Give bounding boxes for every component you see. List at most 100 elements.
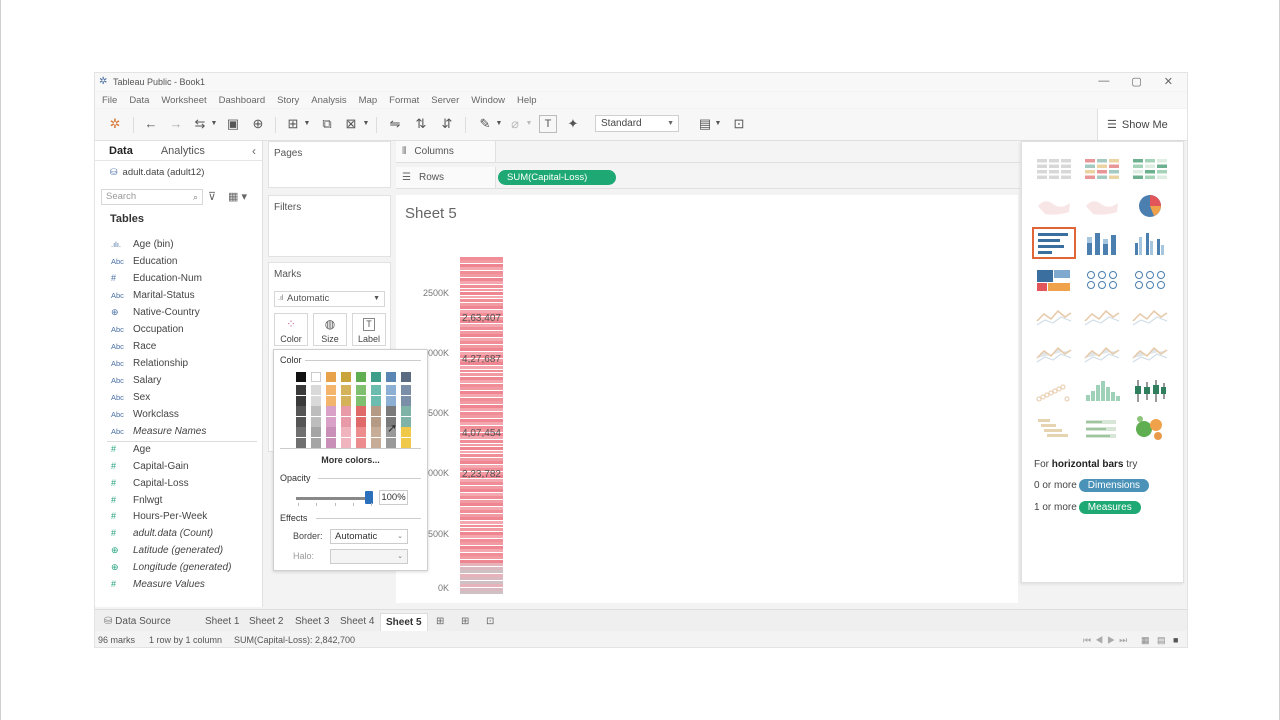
collapse-pane-icon[interactable]: ‹	[252, 144, 256, 158]
menu-file[interactable]: File	[102, 95, 117, 106]
bar-segment[interactable]	[460, 411, 503, 415]
bar-segment[interactable]	[460, 439, 503, 443]
bar-segment[interactable]	[460, 270, 503, 274]
mark-type-select[interactable]: .ıl Automatic ▼	[274, 291, 385, 307]
bar-segment[interactable]	[460, 485, 503, 489]
data-source-item[interactable]: ⛁ adult.data (adult12)	[95, 161, 262, 179]
chart-type-circle-views[interactable]	[1080, 264, 1124, 296]
bar-segment[interactable]	[460, 542, 503, 546]
bar-segment[interactable]	[460, 566, 503, 570]
bar-segment[interactable]	[460, 461, 503, 465]
field-relationship[interactable]: Abc Relationship	[111, 355, 188, 371]
size-button[interactable]: ◍ Size	[313, 313, 347, 346]
chevron-down-icon[interactable]: ▼	[210, 115, 218, 133]
chart-type-treemap[interactable]	[1032, 264, 1076, 296]
new-worksheet-icon[interactable]: ⊞	[285, 115, 301, 133]
bar-segment[interactable]	[460, 284, 503, 288]
color-swatch[interactable]	[326, 385, 336, 395]
color-swatch[interactable]	[386, 372, 396, 382]
color-swatch[interactable]	[341, 395, 351, 406]
bar-segment[interactable]	[460, 302, 503, 306]
chart-type-area-continuous[interactable]	[1032, 338, 1076, 370]
close-icon[interactable]: ✕	[1164, 75, 1173, 88]
bar-segment[interactable]	[460, 496, 503, 500]
color-swatch[interactable]	[356, 437, 366, 448]
chevron-down-icon[interactable]: ▼	[495, 115, 503, 133]
replace-data-icon[interactable]: ⇆	[192, 115, 208, 133]
sheet-navigation-icons[interactable]: ⏮◀▶⏭	[1083, 635, 1131, 646]
bar-segment[interactable]	[460, 577, 503, 581]
chart-type-packed-bubbles[interactable]	[1128, 412, 1172, 444]
bar-segment[interactable]	[460, 489, 503, 493]
color-swatch[interactable]	[311, 416, 321, 427]
color-swatch[interactable]	[326, 406, 336, 416]
chart-type-box-and-whisker[interactable]	[1128, 375, 1172, 407]
field-workclass[interactable]: Abc Workclass	[111, 406, 179, 422]
label-button[interactable]: T Label	[352, 313, 386, 346]
sort-descending-icon[interactable]: ⇵	[439, 115, 455, 133]
color-swatch[interactable]	[401, 372, 411, 382]
bar-segment[interactable]	[460, 559, 503, 563]
bar-segment[interactable]	[460, 288, 503, 292]
bar-segment[interactable]	[460, 517, 503, 521]
chevron-down-icon[interactable]: ▼	[362, 115, 370, 133]
color-swatch[interactable]	[326, 372, 336, 382]
bar-segment[interactable]	[460, 573, 503, 577]
bar-segment[interactable]	[460, 404, 503, 408]
rows-shelf[interactable]: ☰ Rows SUM(Capital-Loss)	[396, 167, 1020, 189]
field-occupation[interactable]: Abc Occupation	[111, 321, 184, 337]
color-swatch[interactable]	[386, 395, 396, 406]
color-swatch[interactable]	[326, 427, 336, 437]
field-capital-gain[interactable]: # Capital-Gain	[111, 458, 189, 474]
bar-segment[interactable]	[460, 327, 503, 331]
bar-segment[interactable]	[460, 482, 503, 486]
menu-format[interactable]: Format	[389, 95, 419, 106]
chevron-down-icon[interactable]: ▼	[303, 115, 311, 133]
bar-segment[interactable]	[460, 584, 503, 588]
show-me-button[interactable]: ☰ Show Me	[1097, 109, 1187, 140]
show-mark-labels-icon[interactable]: T	[539, 115, 557, 133]
save-icon[interactable]: ▣	[225, 115, 241, 133]
bar-segment[interactable]	[460, 323, 503, 327]
color-button[interactable]: ⁘ Color	[274, 313, 308, 346]
field-measure-values[interactable]: # Measure Values	[111, 576, 205, 592]
bar-segment[interactable]	[460, 570, 503, 574]
bar-segment[interactable]	[460, 510, 503, 514]
bar-segment[interactable]	[460, 418, 503, 422]
color-swatch[interactable]	[371, 406, 381, 416]
filters-card[interactable]: Filters	[268, 195, 391, 257]
color-swatch[interactable]	[311, 427, 321, 437]
bar-segment[interactable]	[460, 263, 503, 267]
color-swatch[interactable]	[311, 406, 321, 416]
color-swatch[interactable]	[341, 416, 351, 427]
capital-loss-bar[interactable]	[460, 256, 503, 595]
color-swatch[interactable]	[371, 416, 381, 427]
chart-type-text-table[interactable]	[1032, 153, 1076, 185]
chart-type-side-by-side-bars[interactable]	[1128, 227, 1172, 259]
field-count[interactable]: # adult.data (Count)	[111, 525, 213, 541]
new-worksheet-tab-icon[interactable]: ⊞	[431, 613, 449, 631]
menu-dashboard[interactable]: Dashboard	[219, 95, 265, 106]
bar-segment[interactable]	[460, 499, 503, 503]
field-longitude[interactable]: ⊕ Longitude (generated)	[111, 559, 231, 575]
bar-segment[interactable]	[460, 383, 503, 387]
bar-segment[interactable]	[460, 454, 503, 457]
field-sex[interactable]: Abc Sex	[111, 389, 150, 405]
color-swatch[interactable]	[296, 395, 306, 406]
sort-ascending-icon[interactable]: ⇅	[413, 115, 429, 133]
field-measure-names[interactable]: Abc Measure Names	[111, 423, 206, 439]
color-swatch[interactable]	[386, 406, 396, 416]
color-swatch[interactable]	[341, 372, 351, 382]
bar-segment[interactable]	[460, 341, 503, 345]
bar-segment[interactable]	[460, 373, 503, 376]
color-swatch[interactable]	[296, 427, 306, 437]
minimize-icon[interactable]: —	[1098, 75, 1109, 88]
bar-segment[interactable]	[460, 450, 503, 454]
chart-type-dual-lines[interactable]	[1128, 301, 1172, 333]
menu-worksheet[interactable]: Worksheet	[161, 95, 206, 106]
bar-segment[interactable]	[460, 369, 503, 373]
bar-segment[interactable]	[460, 531, 503, 535]
bar-segment[interactable]	[460, 447, 503, 450]
bar-segment[interactable]	[460, 267, 503, 271]
menu-analysis[interactable]: Analysis	[311, 95, 346, 106]
